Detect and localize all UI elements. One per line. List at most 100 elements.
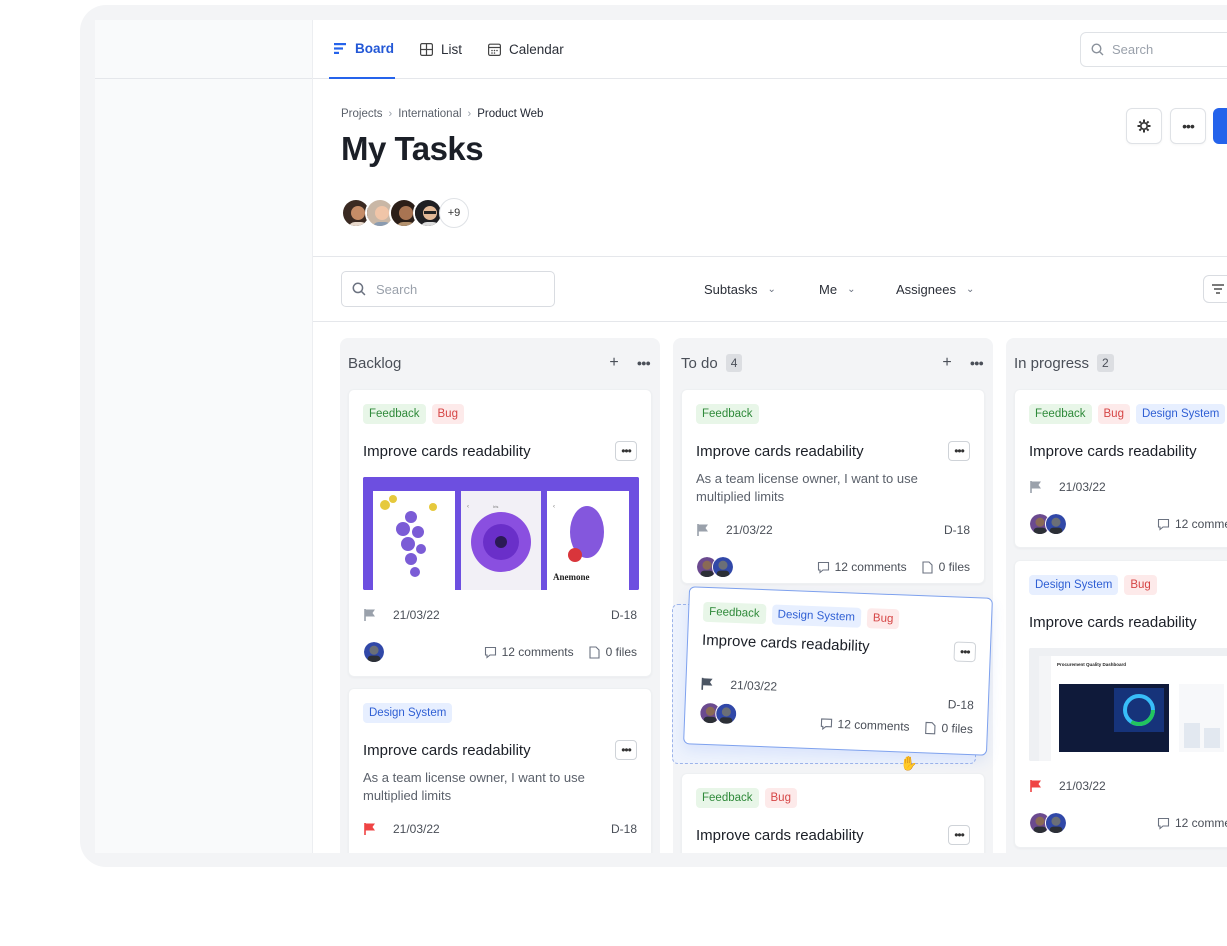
avatar	[1045, 812, 1067, 834]
main-content: Board List Calendar Search Projects › In…	[312, 20, 1227, 853]
more-horizontal-icon[interactable]: ●●●	[637, 358, 651, 368]
card-more-button[interactable]: •••	[953, 641, 977, 663]
breadcrumb-projects[interactable]: Projects	[341, 108, 383, 120]
card-more-button[interactable]: •••	[615, 740, 637, 760]
card-title: Improve cards readability	[363, 742, 531, 759]
card-more-button[interactable]: •••	[948, 441, 970, 461]
task-card[interactable]: Feedback Improve cards readability ••• A…	[681, 389, 985, 584]
add-card-icon[interactable]: +	[609, 354, 618, 372]
search-icon	[352, 282, 366, 296]
files-count[interactable]: 0 files	[588, 645, 637, 659]
global-search-input[interactable]: Search	[1080, 32, 1227, 67]
comment-icon	[1157, 817, 1170, 830]
tab-list[interactable]: List	[420, 20, 462, 79]
more-horizontal-icon[interactable]: ●●●	[970, 358, 984, 368]
tag-bug: Bug	[431, 404, 464, 424]
gear-icon	[1137, 119, 1151, 133]
flag-icon	[1030, 780, 1041, 792]
card-title: Improve cards readability	[701, 631, 870, 656]
filter-button[interactable]	[1203, 275, 1227, 303]
filter-icon	[1212, 284, 1224, 294]
comments-count[interactable]: 12 comments	[819, 716, 910, 734]
comments-count[interactable]: 12 comments	[817, 560, 907, 574]
column-title: Backlog	[348, 354, 402, 372]
task-id: D-18	[610, 822, 637, 836]
top-nav: Board List Calendar Search	[313, 20, 1227, 79]
file-icon	[589, 645, 600, 659]
assignees-label: Assignees	[896, 281, 956, 297]
more-members-badge[interactable]: +9	[439, 198, 469, 228]
grab-cursor-icon: ✋	[900, 755, 918, 771]
flag-icon	[697, 524, 708, 536]
tab-calendar-label: Calendar	[509, 42, 564, 57]
add-card-icon[interactable]: +	[942, 354, 951, 372]
settings-button[interactable]	[1126, 108, 1162, 144]
tag-feedback: Feedback	[1029, 404, 1092, 424]
tag-bug: Bug	[866, 608, 900, 630]
subtasks-dropdown[interactable]: Subtasks ⌄	[704, 271, 776, 307]
svg-text:Iris: Iris	[493, 504, 498, 509]
card-more-button[interactable]: •••	[948, 825, 970, 845]
tag-design-system: Design System	[1029, 575, 1119, 595]
files-count[interactable]: 0 files	[923, 720, 973, 736]
due-date: 21/03/22	[730, 677, 778, 694]
comments-count[interactable]: 12 comments	[1157, 816, 1227, 830]
avatar	[712, 556, 734, 578]
task-card[interactable]: Design System Improve cards readability …	[348, 688, 652, 853]
task-card[interactable]: Design System Bug Improve cards readabil…	[1014, 560, 1227, 848]
due-date: 21/03/22	[393, 822, 440, 836]
task-search-placeholder: Search	[376, 281, 418, 297]
tab-board[interactable]: Board	[329, 20, 395, 79]
dragged-task-card[interactable]: Feedback Design System Bug Improve cards…	[683, 586, 993, 756]
breadcrumb-international[interactable]: International	[398, 108, 461, 120]
column-count-badge: 4	[725, 354, 743, 372]
members-avatars[interactable]: +9	[341, 198, 469, 228]
file-icon	[924, 721, 936, 734]
card-title: Improve cards readability	[1029, 614, 1197, 631]
tag-feedback: Feedback	[696, 788, 759, 808]
flag-icon	[364, 823, 375, 835]
flag-icon	[364, 609, 375, 621]
app-window: Board List Calendar Search Projects › In…	[95, 20, 1227, 853]
column-title: In progress	[1014, 354, 1090, 372]
tag-design-system: Design System	[1135, 404, 1226, 424]
task-card[interactable]: Feedback Bug Design System Improve cards…	[1014, 389, 1227, 548]
files-count[interactable]: 0 files	[921, 560, 970, 574]
chevron-down-icon: ⌄	[847, 283, 856, 295]
avatar	[1045, 513, 1067, 535]
card-description: As a team license owner, I want to use m…	[363, 770, 585, 803]
tag-design-system: Design System	[771, 604, 862, 628]
assignees-dropdown[interactable]: Assignees ⌄	[896, 271, 974, 307]
primary-action-button[interactable]	[1213, 108, 1227, 144]
card-more-button[interactable]: •••	[615, 441, 637, 461]
task-search-input[interactable]: Search	[341, 271, 555, 307]
comment-icon	[820, 717, 832, 730]
chevron-right-icon: ›	[388, 108, 393, 120]
column-title: To do	[681, 354, 718, 372]
comment-icon	[817, 561, 829, 574]
breadcrumb-product-web: Product Web	[477, 108, 544, 120]
chevron-right-icon: ›	[467, 108, 472, 120]
card-cover-image: Procurement Quality Dashboard	[1029, 648, 1227, 761]
more-options-button[interactable]: •••	[1170, 108, 1206, 144]
card-title: Improve cards readability	[363, 443, 531, 460]
me-dropdown[interactable]: Me ⌄	[819, 271, 855, 307]
card-title: Improve cards readability	[696, 827, 864, 844]
tag-design-system: Design System	[363, 703, 453, 723]
board-icon	[334, 43, 346, 54]
subtasks-label: Subtasks	[704, 281, 758, 297]
card-description: As a team license owner, I want to use m…	[696, 471, 918, 504]
comments-count[interactable]: 12 comments	[484, 645, 574, 659]
search-icon	[1091, 43, 1104, 56]
task-card[interactable]: Feedback Bug Improve cards readability •…	[681, 773, 985, 853]
tag-bug: Bug	[1097, 404, 1130, 424]
card-cover-image: Anemone Iris ‹ ‹	[363, 477, 639, 590]
sidebar	[95, 20, 312, 853]
task-card[interactable]: Feedback Bug Improve cards readability •…	[348, 389, 652, 677]
tag-feedback: Feedback	[363, 404, 426, 424]
tab-calendar[interactable]: Calendar	[488, 20, 564, 79]
tag-feedback: Feedback	[702, 601, 767, 625]
comments-count[interactable]: 12 comments	[1157, 517, 1227, 531]
column-count-badge: 2	[1097, 354, 1114, 372]
avatar	[714, 702, 738, 726]
